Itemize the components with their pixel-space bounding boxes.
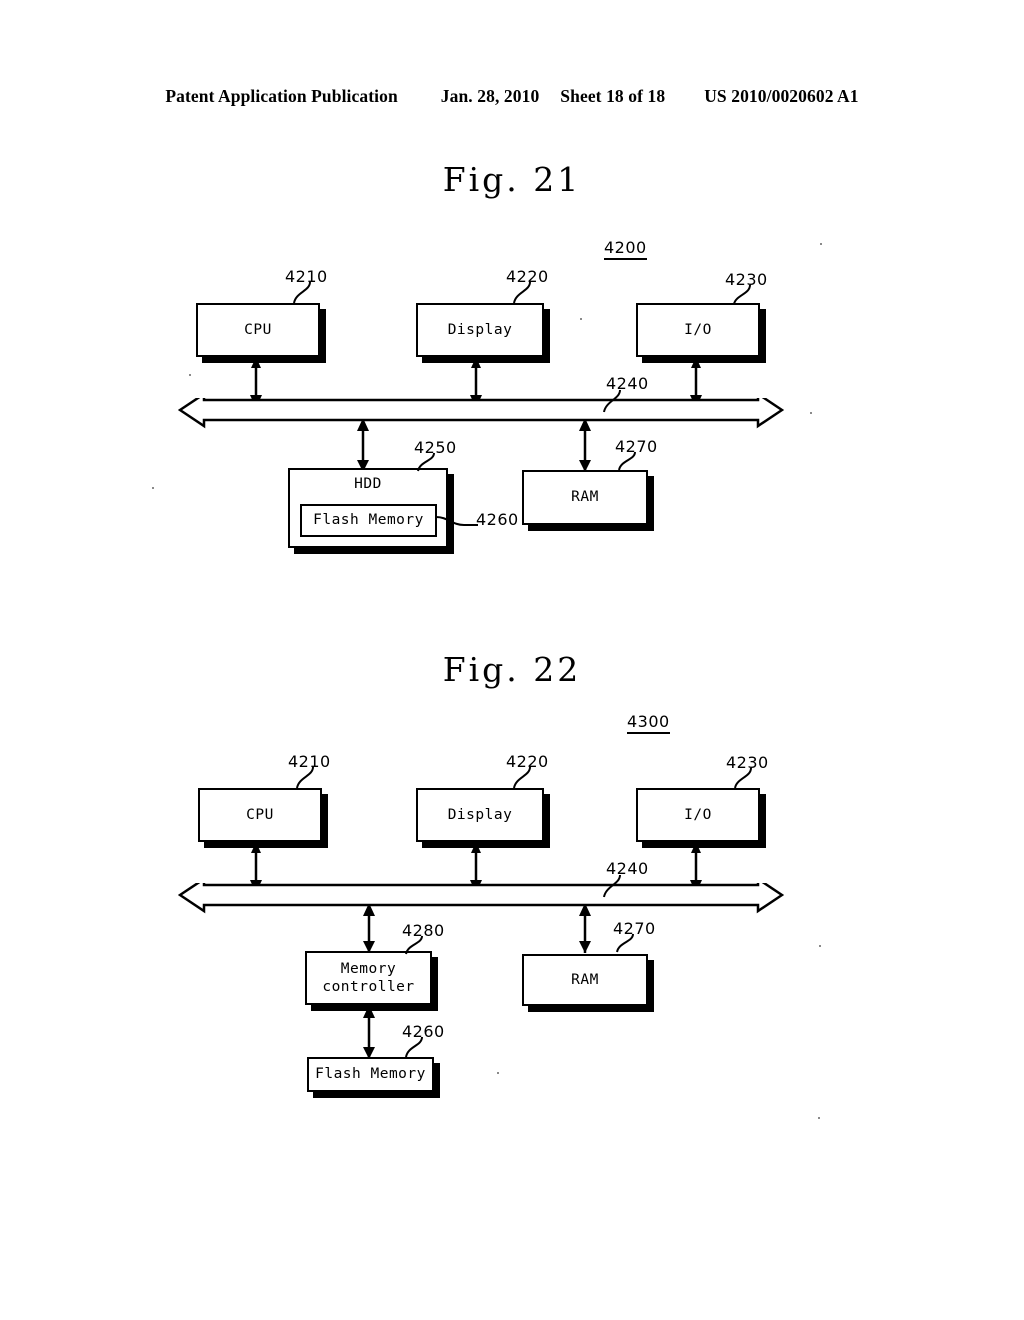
leader-line-display (513, 282, 531, 304)
block-ram-fig22: RAM (522, 954, 648, 1006)
block-display: Display (416, 303, 544, 357)
block-cpu-fig22: CPU (198, 788, 322, 842)
block-cpu-label-fig22: CPU (246, 806, 274, 823)
block-hdd-label: HDD (354, 476, 382, 492)
connector-memory-controller-flash (363, 1005, 375, 1059)
block-memory-controller-label-line1: Memory (340, 960, 397, 977)
system-bus-4240-fig22 (178, 883, 784, 914)
leader-line-bus (603, 390, 621, 413)
block-memory-controller-label-line2: controller (322, 979, 415, 995)
leader-line-cpu-fig22 (296, 767, 314, 789)
leader-line-io (733, 285, 751, 305)
figure-22-diagram: 4300 4210 4220 4230 4240 4280 4270 4260 (0, 0, 1024, 1200)
block-display-label: Display (447, 321, 513, 338)
block-cpu-label: CPU (244, 321, 272, 338)
block-memory-controller: Memory controller (305, 951, 432, 1005)
block-io-fig22: I/O (636, 788, 760, 842)
block-io: I/O (636, 303, 760, 357)
leader-line-hdd (417, 453, 435, 472)
block-ram: RAM (522, 470, 648, 525)
block-flash-memory-fig22: Flash Memory (307, 1057, 434, 1092)
leader-line-memory-controller (405, 936, 423, 955)
block-cpu: CPU (196, 303, 320, 357)
leader-line-io-fig22 (734, 768, 752, 789)
block-flash-memory-label: Flash Memory (313, 512, 424, 529)
block-ram-label-fig22: RAM (571, 971, 599, 988)
block-flash-memory: Flash Memory (300, 504, 437, 537)
block-io-label-fig22: I/O (684, 806, 712, 823)
leader-line-cpu (293, 282, 311, 304)
ref-system-4300: 4300 (627, 712, 670, 734)
ref-system-4200: 4200 (604, 238, 647, 260)
block-io-label: I/O (684, 321, 712, 338)
scan-speck (497, 1072, 499, 1074)
block-display-label-fig22: Display (447, 806, 513, 823)
block-ram-label: RAM (571, 489, 599, 506)
leader-line-flash (435, 516, 478, 526)
ref-flash-4260: 4260 (476, 510, 519, 529)
block-display-fig22: Display (416, 788, 544, 842)
block-flash-memory-label-fig22: Flash Memory (315, 1066, 426, 1083)
scan-speck (819, 945, 821, 947)
leader-line-ram-fig22 (616, 934, 634, 953)
system-bus-4240 (178, 398, 784, 429)
leader-line-display-fig22 (513, 767, 531, 789)
leader-line-ram (618, 452, 636, 471)
leader-line-flash-fig22 (405, 1037, 423, 1058)
leader-line-bus-fig22 (603, 875, 621, 898)
scan-speck (818, 1117, 820, 1119)
